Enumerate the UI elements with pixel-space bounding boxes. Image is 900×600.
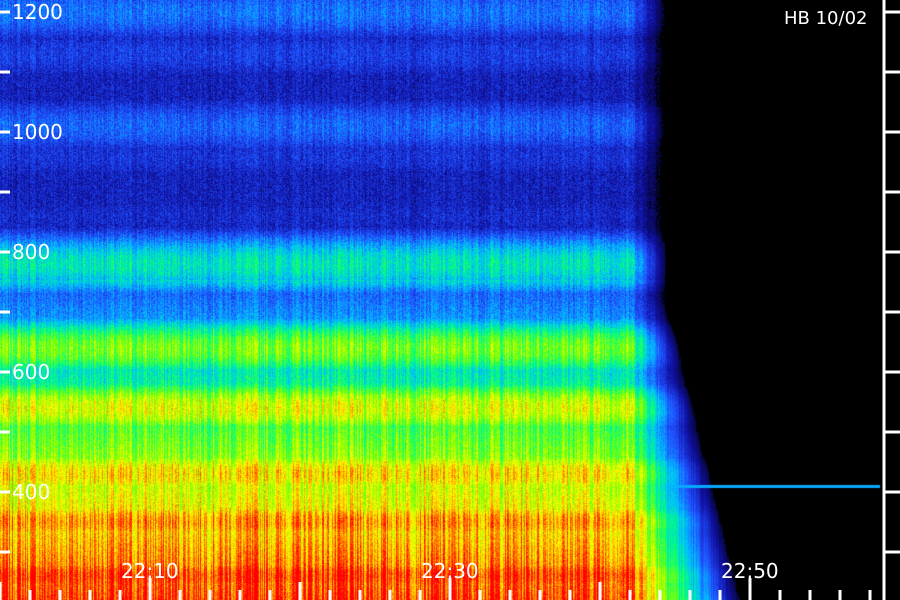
x-tick-label: 22:50 xyxy=(721,559,779,583)
y-tick-label: 1000 xyxy=(12,120,63,144)
x-tick-label: 22:30 xyxy=(421,559,479,583)
y-tick-label: 600 xyxy=(12,360,50,384)
y-tick-label: 400 xyxy=(12,480,50,504)
y-tick-label: 1200 xyxy=(12,0,63,24)
spectrogram-chart: 1200 1000 800 600 400 22:10 22:30 22:50 HB 10/… xyxy=(0,0,900,600)
y-tick-label: 800 xyxy=(12,240,50,264)
corner-label: HB 10/02 xyxy=(784,8,867,29)
right-ticks xyxy=(884,10,900,554)
x-axis: 22:10 22:30 22:50 xyxy=(0,559,872,600)
x-tick-label: 22:10 xyxy=(121,559,179,583)
y-axis: 1200 1000 800 600 400 xyxy=(0,0,63,554)
